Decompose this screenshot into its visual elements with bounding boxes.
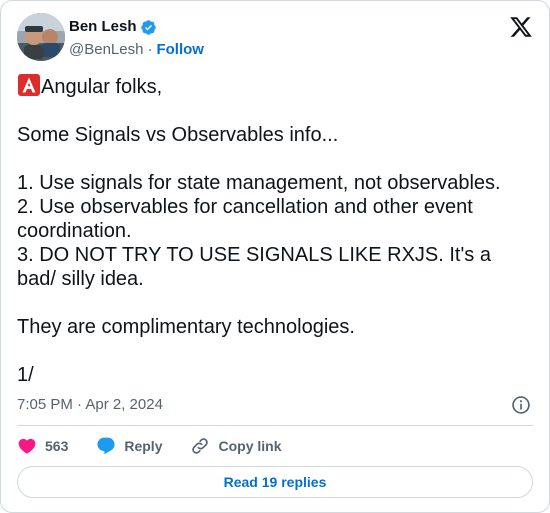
separator-dot: · [147, 41, 153, 58]
tweet-line: 3. DO NOT TRY TO USE SIGNALS LIKE RXJS. … [17, 244, 491, 290]
angular-a-emoji-icon [18, 74, 40, 96]
reply-button[interactable]: Reply [96, 436, 162, 456]
divider [17, 425, 533, 426]
tweet-line: Angular folks, [17, 73, 527, 99]
follow-button[interactable]: Follow [156, 41, 204, 58]
tweet-line: 2. Use observables for cancellation and … [17, 196, 473, 242]
reply-label: Reply [124, 438, 163, 454]
avatar[interactable] [17, 13, 65, 61]
like-count: 563 [45, 438, 69, 454]
tweet-line: 1/ [17, 364, 34, 386]
action-bar: 563 Reply Copy link [17, 435, 310, 457]
author-handle[interactable]: @BenLesh [69, 41, 143, 58]
avatar-photo [17, 13, 65, 61]
copy-link-label: Copy link [218, 438, 282, 454]
tweet-line: Some Signals vs Observables info... [17, 124, 339, 146]
verified-badge-icon [140, 19, 156, 35]
author-handle-row: @BenLesh · Follow [69, 40, 204, 60]
tweet-header: Ben Lesh @BenLesh · Follow [17, 13, 533, 63]
tweet-line: 1. Use signals for state management, not… [17, 172, 501, 194]
tweet-timestamp[interactable]: 7:05 PM · Apr 2, 2024 [17, 395, 163, 415]
like-button[interactable]: 563 [17, 436, 68, 456]
link-icon [192, 438, 209, 454]
tweet-line: They are complimentary technologies. [17, 316, 355, 338]
copy-link-button[interactable]: Copy link [190, 436, 282, 456]
read-replies-button[interactable]: Read 19 replies [17, 466, 533, 498]
tweet-text: Angular folks, Some Signals vs Observabl… [17, 73, 527, 387]
heart-icon [18, 438, 36, 454]
author-name-row: Ben Lesh [69, 17, 157, 37]
author-name[interactable]: Ben Lesh [69, 17, 137, 37]
reply-bubble-icon [97, 437, 115, 455]
x-logo-icon[interactable] [509, 15, 533, 39]
info-icon[interactable] [511, 395, 531, 415]
tweet-card: Ben Lesh @BenLesh · Follow Angular folks, … [0, 0, 550, 513]
